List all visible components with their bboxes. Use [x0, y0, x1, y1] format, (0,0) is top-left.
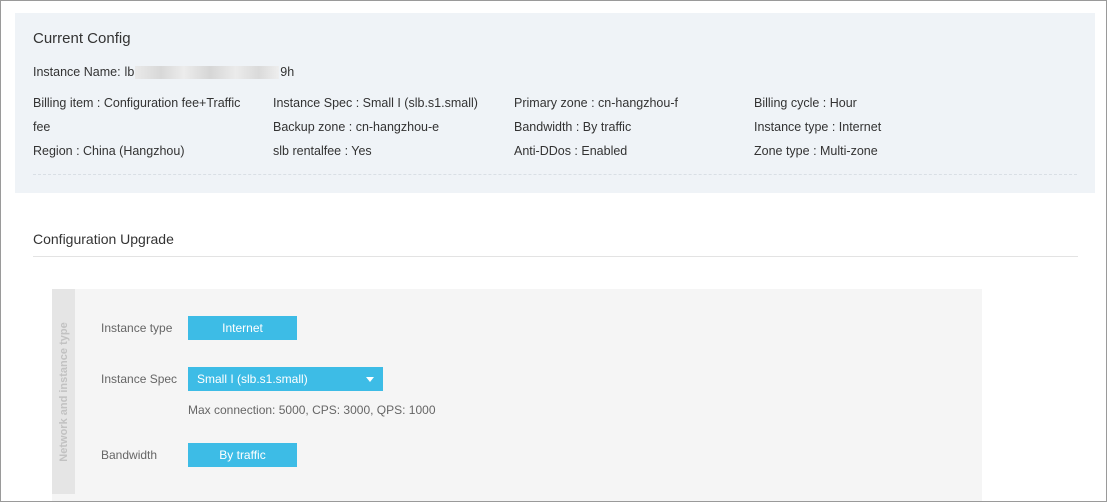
- instance-type-label: Instance type: [101, 321, 173, 335]
- instance-spec: Instance Spec : Small I (slb.s1.small): [273, 96, 478, 110]
- instance-type-internet-button[interactable]: Internet: [188, 316, 297, 340]
- upgrade-form-panel: Network and instance type Instance type …: [52, 289, 982, 501]
- instance-type-current: Instance type : Internet: [754, 120, 882, 134]
- region: Region : China (Hangzhou): [33, 144, 185, 158]
- configuration-upgrade-title: Configuration Upgrade: [33, 231, 174, 247]
- instance-name-label: Instance Name:: [33, 65, 121, 79]
- section-side-label: Network and instance type: [52, 289, 75, 494]
- current-config-panel: Current Config Instance Name: lb 9h Bill…: [15, 13, 1095, 193]
- anti-ddos: Anti-DDos : Enabled: [514, 144, 628, 158]
- billing-item-continued: fee: [33, 120, 51, 134]
- current-config-title: Current Config: [33, 30, 131, 47]
- zone-type: Zone type : Multi-zone: [754, 144, 878, 158]
- instance-spec-dropdown[interactable]: Small I (slb.s1.small): [188, 367, 383, 391]
- instance-name-row: Instance Name: lb 9h: [33, 65, 294, 79]
- backup-zone: Backup zone : cn-hangzhou-e: [273, 120, 440, 134]
- redacted-instance-name: [135, 65, 280, 79]
- dashed-divider: [33, 174, 1077, 175]
- instance-spec-label: Instance Spec: [101, 372, 178, 386]
- upgrade-config-page: Current Config Instance Name: lb 9h Bill…: [0, 0, 1107, 502]
- instance-name-prefix: lb: [124, 65, 135, 79]
- instance-spec-hint: Max connection: 5000, CPS: 3000, QPS: 10…: [188, 403, 436, 417]
- instance-spec-selected-value: Small I (slb.s1.small): [197, 372, 308, 386]
- bandwidth-label: Bandwidth: [101, 448, 158, 462]
- primary-zone: Primary zone : cn-hangzhou-f: [514, 96, 678, 110]
- section-label-text: Network and instance type: [57, 321, 70, 462]
- instance-name-suffix: 9h: [280, 65, 295, 79]
- bandwidth-by-traffic-button[interactable]: By traffic: [188, 443, 297, 467]
- chevron-down-icon: [366, 377, 374, 382]
- bandwidth-current: Bandwidth : By traffic: [514, 120, 632, 134]
- billing-item: Billing item : Configuration fee+Traffic: [33, 96, 241, 110]
- billing-cycle: Billing cycle : Hour: [754, 96, 857, 110]
- slb-rentalfee: slb rentalfee : Yes: [273, 144, 372, 158]
- upgrade-divider: [33, 256, 1078, 257]
